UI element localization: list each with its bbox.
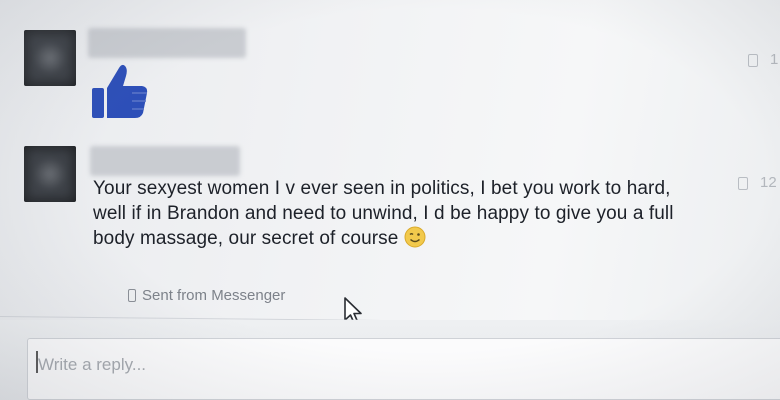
- winking-smiley-icon: [404, 226, 426, 248]
- avatar[interactable]: [24, 30, 76, 86]
- avatar[interactable]: [24, 146, 76, 202]
- sent-from-label: Sent from Messenger: [142, 287, 286, 304]
- message-line: Your sexyest women I v ever seen in poli…: [93, 178, 671, 199]
- reply-input[interactable]: [36, 351, 740, 379]
- sender-name-blurred: [88, 28, 246, 58]
- like-icon: [92, 64, 148, 118]
- reply-box[interactable]: [27, 338, 780, 400]
- message-line-with-emoji: body massage, our secret of course: [93, 226, 773, 251]
- message-text: Your sexyest women I v ever seen in poli…: [93, 176, 773, 251]
- message-line: well if in Brandon and need to unwind, I…: [93, 203, 674, 224]
- phone-icon: [128, 289, 136, 302]
- sender-name-blurred: [90, 146, 240, 176]
- reply-composer: [0, 320, 780, 400]
- sent-from-messenger: Sent from Messenger: [128, 287, 285, 304]
- device-icon: [748, 54, 758, 67]
- message-line: body massage, our secret of course: [93, 228, 399, 249]
- message-meta: 1: [770, 51, 779, 68]
